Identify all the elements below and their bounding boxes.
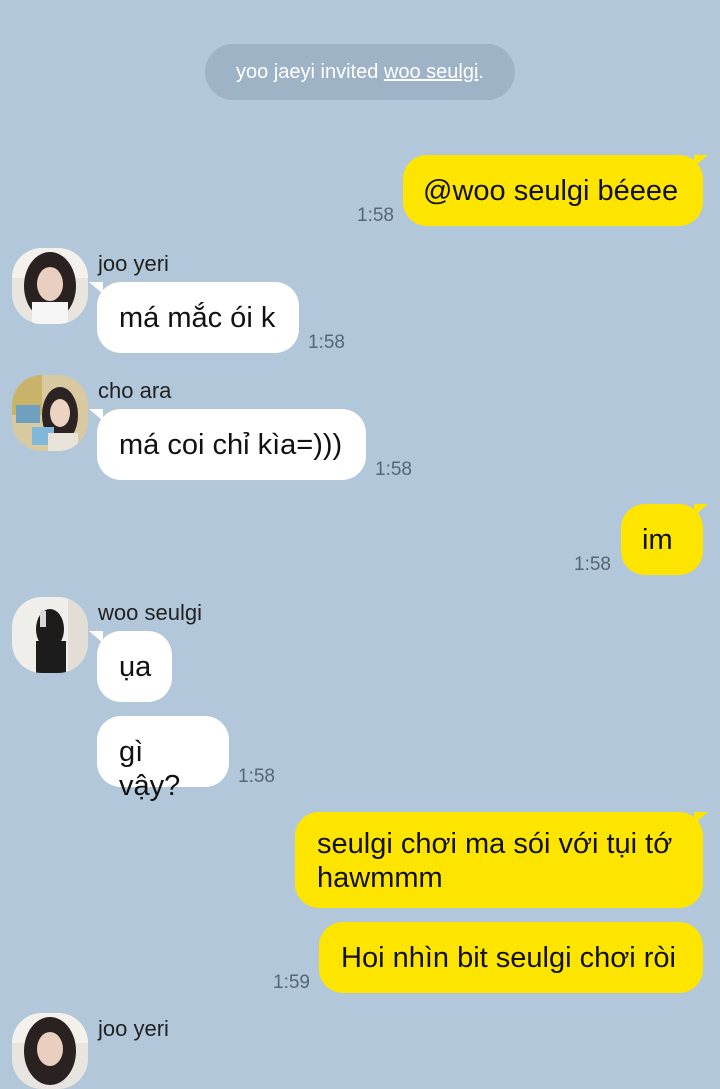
system-invite-period: . bbox=[478, 60, 484, 83]
avatar-photo-icon bbox=[12, 1013, 88, 1089]
avatar[interactable] bbox=[12, 375, 88, 451]
bubble-tail bbox=[89, 631, 103, 643]
incoming-message-bubble[interactable]: gì vậy? bbox=[97, 716, 229, 802]
outgoing-message-bubble[interactable]: @woo seulgi béeee bbox=[403, 155, 703, 226]
message-time: 1:58 bbox=[238, 766, 275, 787]
bubble-tail bbox=[89, 282, 103, 294]
avatar[interactable] bbox=[12, 1013, 88, 1089]
message-time: 1:59 bbox=[273, 972, 310, 993]
avatar-photo-icon bbox=[12, 248, 88, 324]
system-invite-text: yoo jaeyi invited bbox=[236, 60, 384, 83]
sender-name: woo seulgi bbox=[98, 600, 202, 625]
incoming-message-bubble[interactable]: má coi chỉ kìa=))) bbox=[97, 409, 366, 480]
bubble-tail bbox=[89, 409, 103, 421]
bubble-tail bbox=[694, 155, 708, 167]
incoming-message-bubble[interactable]: má mắc ói k bbox=[97, 282, 299, 353]
avatar[interactable] bbox=[12, 597, 88, 673]
outgoing-message-bubble[interactable]: Hoi nhìn bit seulgi chơi ròi bbox=[319, 922, 703, 993]
outgoing-message-bubble[interactable]: im bbox=[621, 504, 703, 575]
message-time: 1:58 bbox=[357, 205, 394, 226]
system-invite-notice: yoo jaeyi invited woo seulgi . bbox=[205, 44, 515, 100]
message-time: 1:58 bbox=[375, 459, 412, 480]
incoming-message-bubble[interactable]: ụa bbox=[97, 631, 172, 702]
message-time: 1:58 bbox=[574, 554, 611, 575]
sender-name: joo yeri bbox=[98, 1016, 169, 1041]
sender-name: joo yeri bbox=[98, 251, 169, 276]
outgoing-message-bubble[interactable]: seulgi chơi ma sói với tụi tớ hawmmm bbox=[295, 812, 703, 908]
bubble-tail bbox=[694, 504, 708, 516]
avatar[interactable] bbox=[12, 248, 88, 324]
message-time: 1:58 bbox=[308, 332, 345, 353]
avatar-photo-icon bbox=[12, 597, 88, 673]
invited-user-link[interactable]: woo seulgi bbox=[384, 61, 479, 84]
sender-name: cho ara bbox=[98, 378, 172, 403]
avatar-photo-icon bbox=[12, 375, 88, 451]
bubble-tail bbox=[694, 812, 708, 824]
